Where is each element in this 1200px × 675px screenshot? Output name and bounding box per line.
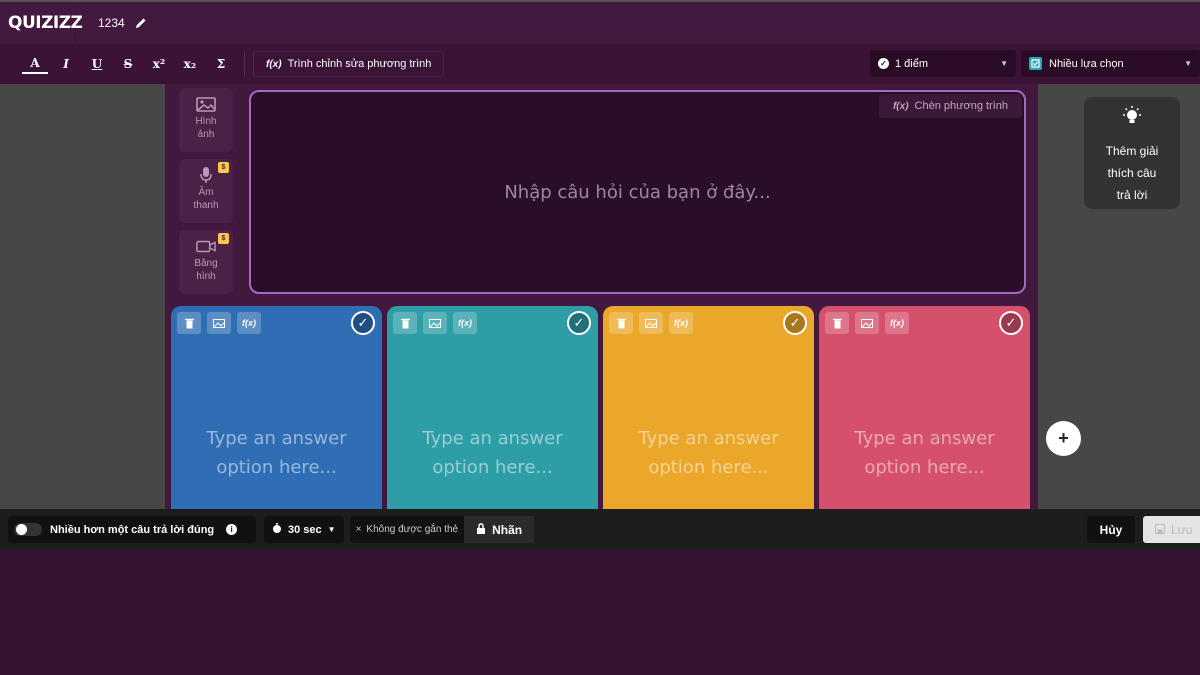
checkbox-list-icon	[1029, 57, 1042, 70]
equation-icon[interactable]: f(x)	[237, 312, 261, 334]
insert-equation-label: Chèn phương trình	[914, 100, 1008, 112]
tag-label: Nhãn	[492, 522, 523, 537]
tag-group: × Không được gắn thẻ Nhãn	[349, 516, 535, 543]
answer-placeholder-line1: Type an answer	[422, 428, 563, 449]
equation-editor-button[interactable]: f(x) Trình chỉnh sửa phương trình	[253, 51, 445, 77]
answer-option-2[interactable]: f(x) ✓ Type an answer option here...	[387, 306, 598, 516]
equation-editor-label: Trình chỉnh sửa phương trình	[287, 58, 432, 70]
save-icon	[1155, 523, 1165, 537]
microphone-icon	[196, 167, 216, 183]
mark-correct-toggle[interactable]: ✓	[783, 311, 807, 335]
equation-icon[interactable]: f(x)	[885, 312, 909, 334]
answer-option-3[interactable]: f(x) ✓ Type an answer option here...	[603, 306, 814, 516]
add-answer-option-button[interactable]: +	[1046, 421, 1081, 456]
time-limit-label: 30 sec	[288, 523, 322, 536]
cancel-button[interactable]: Hủy	[1087, 516, 1135, 543]
app-logo[interactable]: QUIZIZZ	[0, 2, 83, 44]
answer-placeholder-line1: Type an answer	[854, 428, 995, 449]
explanation-line1: Thêm giải	[1105, 144, 1159, 158]
video-label: Băng hình	[194, 258, 218, 282]
answer-placeholder-line2: option here...	[216, 457, 337, 478]
image-label: Hình ảnh	[195, 116, 217, 140]
trash-icon[interactable]	[177, 312, 201, 334]
chevron-down-icon: ▼	[1184, 59, 1192, 68]
answer-placeholder[interactable]: Type an answer option here...	[387, 424, 598, 482]
no-tag-label[interactable]: × Không được gắn thẻ	[350, 524, 465, 535]
insert-equation-button[interactable]: f(x) Chèn phương trình	[878, 94, 1022, 118]
trash-icon[interactable]	[393, 312, 417, 334]
mark-correct-toggle[interactable]: ✓	[567, 311, 591, 335]
answer-option-4[interactable]: f(x) ✓ Type an answer option here...	[819, 306, 1030, 516]
answer-placeholder-line1: Type an answer	[206, 428, 347, 449]
premium-badge: $	[218, 162, 229, 173]
format-toolbar: A I U S x² x₂ Σ f(x) Trình chỉnh sửa phư…	[0, 44, 1200, 84]
strikethrough-button[interactable]: S	[115, 51, 141, 77]
chevron-down-icon: ▼	[327, 525, 336, 534]
answer-placeholder-line2: option here...	[648, 457, 769, 478]
answer-option-1[interactable]: f(x) ✓ Type an answer option here...	[171, 306, 382, 516]
save-button[interactable]: Lưu	[1143, 516, 1200, 543]
premium-badge: $	[218, 233, 229, 244]
multiple-correct-label: Nhiều hơn một câu trả lời đúng	[50, 523, 215, 536]
trash-icon[interactable]	[825, 312, 849, 334]
points-label: 1 điểm	[895, 57, 929, 70]
mark-correct-toggle[interactable]: ✓	[999, 311, 1023, 335]
answer-placeholder[interactable]: Type an answer option here...	[819, 424, 1030, 482]
tag-button[interactable]: Nhãn	[464, 516, 535, 543]
question-type-select[interactable]: Nhiều lựa chọn ▼	[1021, 50, 1200, 77]
equation-icon: f(x)	[266, 58, 282, 70]
top-bar: QUIZIZZ 1234	[0, 0, 1200, 44]
math-symbol-button[interactable]: Σ	[208, 51, 234, 77]
superscript-button[interactable]: x²	[146, 51, 172, 77]
underline-button[interactable]: U	[84, 51, 110, 77]
text-color-button[interactable]: A	[22, 54, 48, 74]
check-circle-icon: ✓	[878, 58, 889, 69]
trash-icon[interactable]	[609, 312, 633, 334]
image-icon[interactable]	[855, 312, 879, 334]
image-icon[interactable]	[639, 312, 663, 334]
timer-icon	[272, 522, 282, 537]
explanation-line2: thích câu	[1107, 166, 1157, 180]
italic-button[interactable]: I	[53, 51, 79, 77]
image-icon	[196, 96, 216, 112]
answer-placeholder[interactable]: Type an answer option here...	[171, 424, 382, 482]
add-image-button[interactable]: Hình ảnh	[179, 88, 233, 152]
mark-correct-toggle[interactable]: ✓	[351, 311, 375, 335]
multiple-correct-toggle-group: Nhiều hơn một câu trả lời đúng i	[8, 516, 256, 543]
question-placeholder: Nhập câu hỏi của bạn ở đây...	[504, 182, 771, 203]
image-icon[interactable]	[423, 312, 447, 334]
info-icon[interactable]: i	[226, 524, 238, 535]
left-gutter	[0, 84, 165, 509]
quiz-title[interactable]: 1234	[98, 16, 125, 30]
image-icon[interactable]	[207, 312, 231, 334]
add-video-button[interactable]: $ Băng hình	[179, 230, 233, 294]
question-type-label: Nhiều lựa chọn	[1049, 57, 1124, 70]
lock-icon	[476, 522, 486, 537]
audio-label: Âm thanh	[193, 187, 219, 211]
equation-icon[interactable]: f(x)	[669, 312, 693, 334]
explanation-line3: trả lời	[1116, 188, 1148, 202]
answer-placeholder-line2: option here...	[432, 457, 553, 478]
time-limit-select[interactable]: 30 sec ▼	[264, 516, 344, 543]
save-label: Lưu	[1171, 522, 1193, 537]
toolbar-divider	[244, 51, 245, 77]
subscript-button[interactable]: x₂	[177, 51, 203, 77]
points-select[interactable]: ✓ 1 điểm ▼	[870, 50, 1016, 77]
lightbulb-icon	[1121, 105, 1143, 134]
pencil-icon[interactable]	[135, 17, 147, 29]
chevron-down-icon: ▼	[1000, 59, 1008, 68]
no-tag-text: Không được gắn thẻ	[366, 524, 459, 535]
bottom-bar: Nhiều hơn một câu trả lời đúng i 30 sec …	[0, 509, 1200, 550]
answer-placeholder-line1: Type an answer	[638, 428, 779, 449]
equation-icon[interactable]: f(x)	[453, 312, 477, 334]
answer-placeholder[interactable]: Type an answer option here...	[603, 424, 814, 482]
add-explanation-button[interactable]: Thêm giải thích câu trả lời	[1084, 97, 1180, 209]
add-audio-button[interactable]: $ Âm thanh	[179, 159, 233, 223]
equation-icon: f(x)	[892, 100, 909, 112]
answer-placeholder-line2: option here...	[864, 457, 985, 478]
question-input[interactable]: f(x) Chèn phương trình Nhập câu hỏi của …	[249, 90, 1026, 294]
close-icon[interactable]: ×	[356, 524, 362, 535]
multiple-correct-switch[interactable]	[14, 523, 42, 536]
video-camera-icon	[196, 238, 216, 254]
